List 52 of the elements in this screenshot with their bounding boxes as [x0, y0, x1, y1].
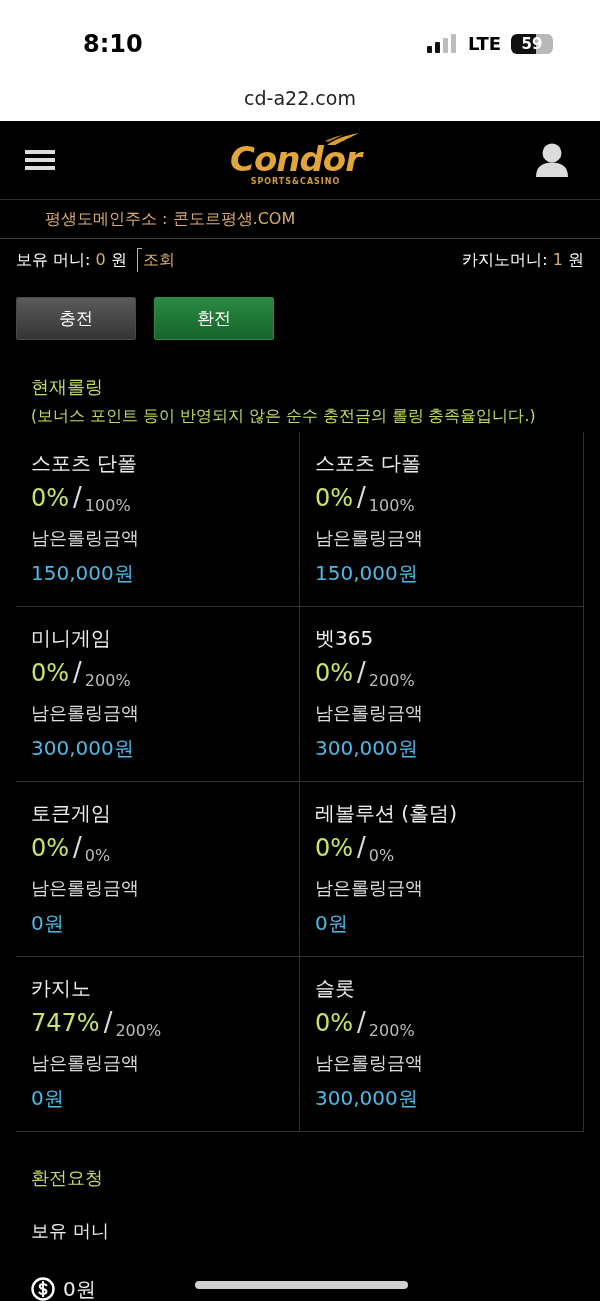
remaining-amount: 300,000원 [315, 1085, 419, 1112]
logo-tagline: SPORTS&CASINO [250, 177, 341, 187]
signal-icon [426, 34, 458, 53]
remaining-amount: 300,000원 [31, 735, 135, 762]
remaining-amount: 150,000원 [315, 560, 419, 587]
game-title: 슬롯 [315, 975, 356, 1002]
remaining-label: 남은롤링금액 [315, 876, 424, 900]
remaining-label: 남은롤링금액 [31, 701, 140, 725]
lookup-button[interactable]: 조회 [136, 248, 175, 272]
rolling-rate: 0%/$_{200%}$ [315, 656, 416, 692]
rolling-rate: 0%/$_{100%}$ [315, 481, 416, 517]
rolling-rate: 0%/$_{200%}$ [31, 656, 132, 692]
rolling-title: 현재롤링 [31, 375, 104, 399]
rolling-rate: 0%/$_{0%}$ [31, 831, 112, 867]
remaining-amount: 150,000원 [31, 560, 135, 587]
remaining-label: 남은롤링금액 [315, 701, 424, 725]
game-title: 스포츠 다폴 [315, 450, 423, 477]
remaining-label: 남은롤링금액 [315, 1051, 424, 1075]
holding-money-label: 보유 머니 [31, 1219, 110, 1243]
menu-icon[interactable] [25, 150, 55, 170]
game-title: 레볼루션 (홀덤) [315, 800, 458, 827]
game-title: 스포츠 단폴 [31, 450, 139, 477]
rolling-note: (보너스 포인트 등이 반영되지 않은 순수 충전금의 롤링 충족율입니다.) [31, 406, 537, 427]
domain-notice: 평생도메인주소 : 콘도르평생.COM [45, 208, 296, 230]
remaining-label: 남은롤링금액 [315, 526, 424, 550]
action-button[interactable]: 충전 [16, 297, 136, 340]
game-title: 카지노 [31, 975, 92, 1002]
remaining-amount: 0원 [315, 910, 349, 937]
url-text[interactable]: cd-a22.com [244, 87, 356, 109]
dollar-coin-icon [31, 1277, 55, 1301]
remaining-amount: 0원 [31, 1085, 65, 1112]
action-button[interactable]: 환전 [154, 297, 274, 340]
rolling-rate: 0%/$_{100%}$ [31, 481, 132, 517]
remaining-label: 남은롤링금액 [31, 1051, 140, 1075]
casino-money-text: 카지노머니: 1 원 [462, 249, 584, 271]
status-time: 8:10 [83, 29, 143, 58]
rolling-rate: 0%/$_{200%}$ [315, 1006, 416, 1042]
game-title: 벳365 [315, 625, 375, 652]
rolling-rate: 747%/$_{200%}$ [31, 1006, 163, 1042]
rolling-rate: 0%/$_{0%}$ [315, 831, 396, 867]
holding-money-text: 보유 머니: 0 원 [16, 249, 127, 271]
wing-icon [325, 133, 359, 146]
remaining-label: 남은롤링금액 [31, 876, 140, 900]
remaining-amount: 300,000원 [315, 735, 419, 762]
remaining-amount: 0원 [31, 910, 65, 937]
game-title: 미니게임 [31, 625, 112, 652]
holding-money-amount: 0원 [63, 1277, 96, 1301]
user-icon[interactable] [536, 143, 568, 177]
game-title: 토큰게임 [31, 800, 112, 827]
remaining-label: 남은롤링금액 [31, 526, 140, 550]
network-label: LTE [467, 33, 501, 54]
exchange-title: 환전요청 [31, 1166, 104, 1190]
